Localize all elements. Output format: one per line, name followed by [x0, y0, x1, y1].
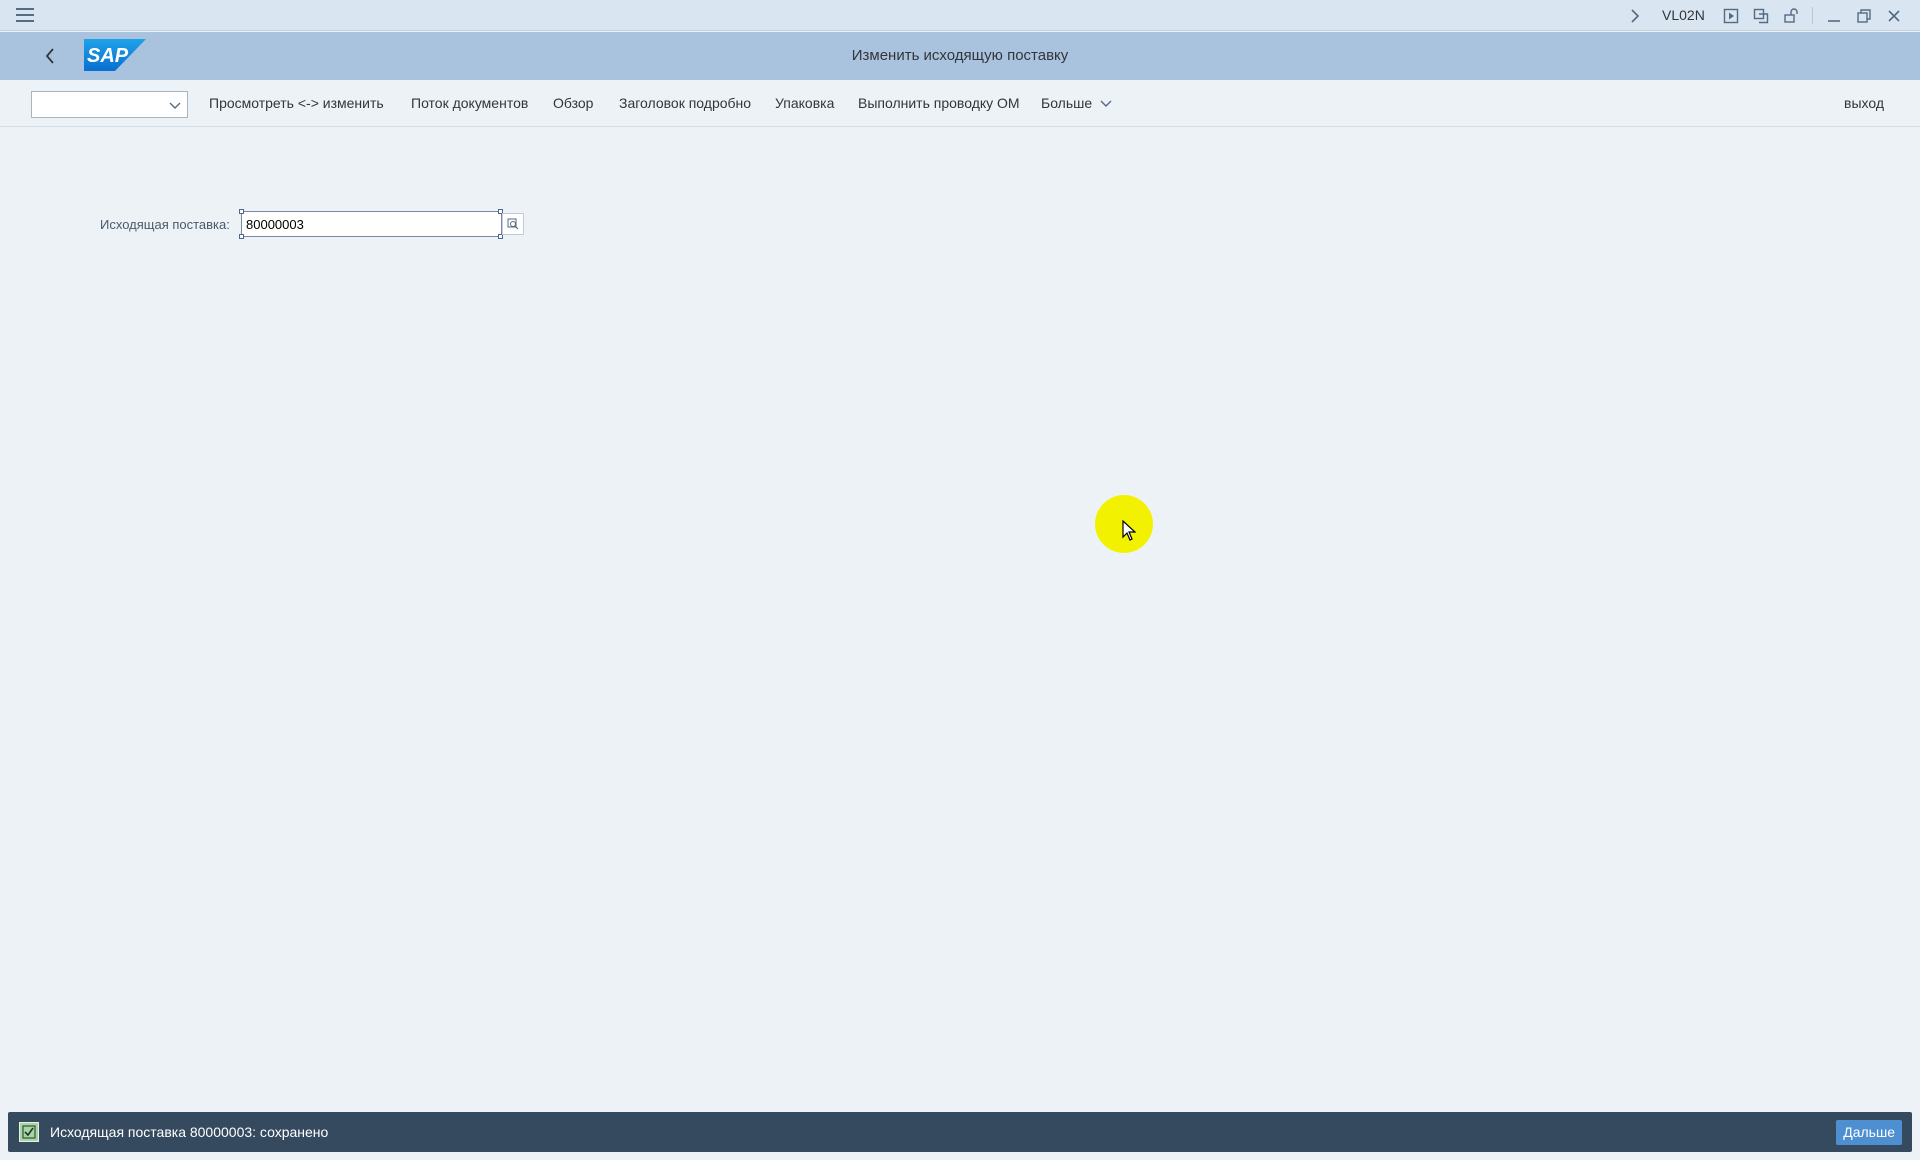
mouse-cursor-icon: [1122, 520, 1136, 541]
success-check-icon: [19, 1122, 39, 1142]
restore-icon[interactable]: [1854, 6, 1874, 26]
page-title: Изменить исходящую поставку: [851, 47, 1069, 64]
chevron-down-icon: [1100, 100, 1112, 108]
transaction-code: VL02N: [1662, 7, 1705, 23]
resize-handle: [239, 234, 244, 239]
status-message: Исходящая поставка 80000003: сохранено: [50, 1124, 329, 1140]
value-help-icon: [507, 218, 519, 230]
close-icon[interactable]: [1884, 6, 1904, 26]
toolbar-dropdown[interactable]: [31, 91, 188, 118]
window-title-bar: VL02N: [0, 0, 1920, 31]
display-change-button[interactable]: Просмотреть <-> изменить: [209, 95, 384, 111]
more-button-label: Больше: [1041, 95, 1093, 111]
packing-button[interactable]: Упаковка: [775, 95, 834, 111]
menu-icon[interactable]: [16, 8, 34, 22]
document-flow-button[interactable]: Поток документов: [411, 95, 528, 111]
minimize-icon[interactable]: [1824, 6, 1844, 26]
chevron-down-icon: [169, 102, 181, 109]
header-details-button[interactable]: Заголовок подробно: [619, 95, 751, 111]
resize-handle: [239, 209, 244, 214]
chevron-right-icon[interactable]: [1625, 6, 1645, 26]
shell-header: SAP Изменить исходящую поставку: [0, 32, 1920, 80]
more-button[interactable]: Больше: [1041, 95, 1112, 111]
application-toolbar: Просмотреть <-> изменить Поток документо…: [0, 80, 1920, 127]
security-icon[interactable]: [1781, 6, 1801, 26]
continue-button[interactable]: Дальше: [1836, 1120, 1902, 1145]
post-goods-issue-button[interactable]: Выполнить проводку ОМ: [858, 95, 1020, 111]
delivery-number-input[interactable]: [241, 211, 502, 237]
customize-icon[interactable]: [1751, 6, 1771, 26]
status-bar: Исходящая поставка 80000003: сохранено Д…: [8, 1112, 1912, 1152]
execute-icon[interactable]: [1721, 6, 1741, 26]
title-bar-separator: [1812, 7, 1813, 24]
delivery-label: Исходящая поставка:: [100, 217, 230, 232]
exit-button[interactable]: выход: [1844, 95, 1884, 111]
overview-button[interactable]: Обзор: [553, 95, 593, 111]
value-help-button[interactable]: [502, 213, 524, 235]
